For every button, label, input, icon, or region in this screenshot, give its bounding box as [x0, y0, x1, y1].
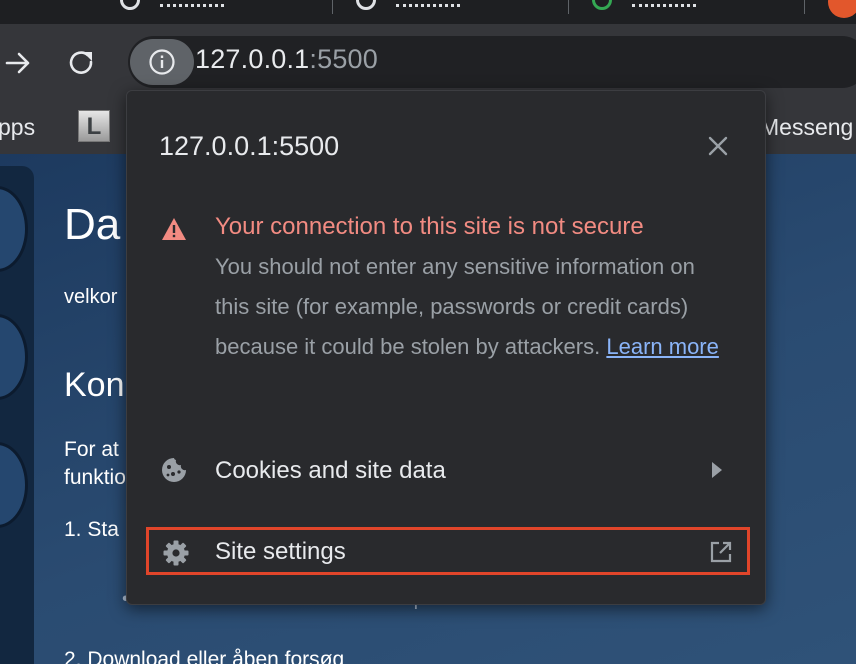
site-info-popup: 127.0.0.1:5500 Your connection to this s… — [126, 90, 766, 605]
side-panel — [0, 166, 34, 664]
url-text[interactable]: 127.0.0.1:5500 — [195, 44, 378, 75]
chevron-right-icon — [712, 462, 722, 478]
list-item: 2. Download eller åben forsøg — [64, 648, 345, 664]
site-settings-row[interactable]: Site settings — [146, 527, 750, 575]
cookie-icon — [162, 458, 186, 482]
side-nav-button[interactable] — [0, 186, 28, 272]
learn-more-link[interactable]: Learn more — [606, 334, 719, 359]
tab-favicon-icon[interactable] — [356, 0, 376, 10]
tab-favicon-icon[interactable] — [592, 0, 612, 10]
welcome-text: velkor — [64, 286, 118, 308]
gear-icon — [163, 540, 189, 566]
list-item: 1. Sta — [64, 518, 119, 541]
external-link-icon — [710, 541, 732, 563]
bookmark-messenger[interactable]: Messeng — [760, 114, 853, 141]
bookmark-l-icon[interactable]: L — [78, 110, 110, 142]
warning-body: You should not enter any sensitive infor… — [215, 247, 735, 367]
tab-strip — [0, 0, 856, 24]
tab-title-fragment[interactable] — [632, 0, 696, 7]
tab-separator — [804, 0, 805, 14]
paragraph-line: For at — [64, 438, 119, 461]
site-settings-label: Site settings — [215, 538, 346, 565]
cookies-label: Cookies and site data — [215, 457, 446, 484]
arrow-right-icon — [5, 52, 30, 74]
popup-title: 127.0.0.1:5500 — [159, 131, 340, 161]
tab-separator — [332, 0, 333, 14]
tab-title-fragment[interactable] — [160, 0, 224, 7]
info-icon — [149, 49, 175, 75]
url-host: 127.0.0.1 — [195, 44, 310, 74]
profile-avatar-icon[interactable] — [828, 0, 856, 18]
bookmark-apps[interactable]: pps — [0, 114, 35, 141]
paragraph-line: funktio — [64, 466, 126, 489]
forward-button[interactable] — [2, 48, 34, 78]
tab-separator — [568, 0, 569, 14]
close-icon — [708, 136, 728, 156]
close-button[interactable] — [703, 131, 733, 161]
tab-favicon-icon[interactable] — [120, 0, 140, 10]
warning-triangle-icon — [162, 218, 186, 240]
site-info-button[interactable] — [130, 39, 194, 85]
page-subheading: Kon — [64, 366, 125, 404]
side-nav-button[interactable] — [0, 314, 28, 400]
reload-button[interactable] — [66, 48, 98, 78]
warning-heading: Your connection to this site is not secu… — [215, 213, 644, 240]
cookies-and-site-data-row[interactable]: Cookies and site data — [127, 441, 765, 501]
reload-icon — [69, 51, 93, 74]
side-nav-button[interactable] — [0, 442, 28, 528]
page-heading: Da — [64, 200, 121, 249]
tab-title-fragment[interactable] — [396, 0, 460, 7]
url-port: :5500 — [309, 44, 378, 74]
